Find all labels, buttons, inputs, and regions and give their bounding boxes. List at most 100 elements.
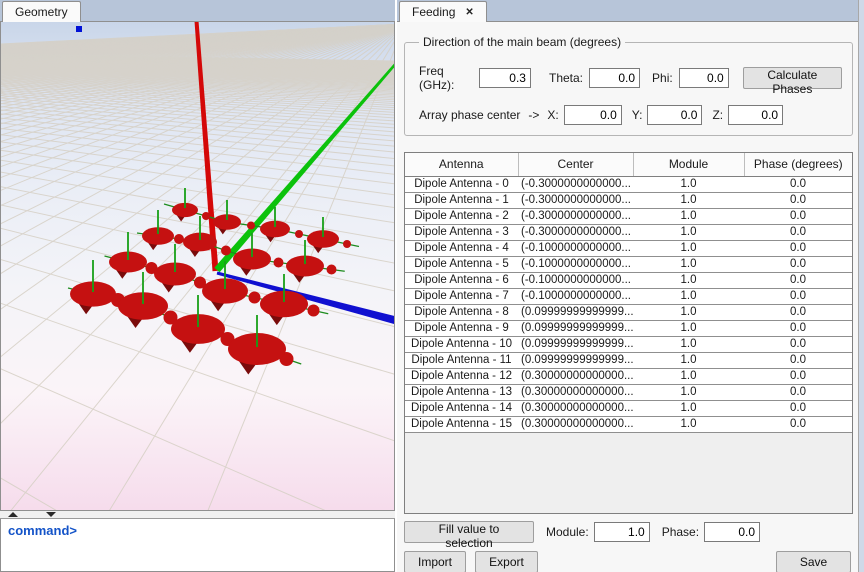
- cell-phase[interactable]: 0.0: [744, 256, 852, 272]
- cell-center[interactable]: (0.09999999999999...: [518, 352, 633, 368]
- cell-name[interactable]: Dipole Antenna - 6: [405, 272, 518, 288]
- y-input[interactable]: [647, 105, 702, 125]
- cell-name[interactable]: Dipole Antenna - 14: [405, 400, 518, 416]
- table-row[interactable]: Dipole Antenna - 2(-0.3000000000000...1.…: [405, 208, 852, 224]
- cell-module[interactable]: 1.0: [633, 352, 744, 368]
- tab-geometry[interactable]: Geometry: [2, 1, 81, 22]
- export-button[interactable]: Export: [475, 551, 538, 572]
- table-row[interactable]: Dipole Antenna - 8(0.09999999999999...1.…: [405, 304, 852, 320]
- cell-phase[interactable]: 0.0: [744, 304, 852, 320]
- cell-name[interactable]: Dipole Antenna - 12: [405, 368, 518, 384]
- cell-phase[interactable]: 0.0: [744, 288, 852, 304]
- calculate-phases-button[interactable]: Calculate Phases: [743, 67, 842, 89]
- cell-module[interactable]: 1.0: [633, 176, 744, 192]
- cell-name[interactable]: Dipole Antenna - 3: [405, 224, 518, 240]
- table-row[interactable]: Dipole Antenna - 14(0.30000000000000...1…: [405, 400, 852, 416]
- cell-name[interactable]: Dipole Antenna - 4: [405, 240, 518, 256]
- cell-phase[interactable]: 0.0: [744, 400, 852, 416]
- cell-module[interactable]: 1.0: [633, 208, 744, 224]
- cell-center[interactable]: (-0.1000000000000...: [518, 272, 633, 288]
- cell-module[interactable]: 1.0: [633, 368, 744, 384]
- column-header[interactable]: Antenna: [405, 153, 518, 176]
- cell-phase[interactable]: 0.0: [744, 224, 852, 240]
- table-row[interactable]: Dipole Antenna - 11(0.09999999999999...1…: [405, 352, 852, 368]
- import-button[interactable]: Import: [404, 551, 466, 572]
- cell-center[interactable]: (0.30000000000000...: [518, 368, 633, 384]
- cell-name[interactable]: Dipole Antenna - 10: [405, 336, 518, 352]
- cell-name[interactable]: Dipole Antenna - 7: [405, 288, 518, 304]
- cell-module[interactable]: 1.0: [633, 240, 744, 256]
- module-input[interactable]: [594, 522, 650, 542]
- table-row[interactable]: Dipole Antenna - 9(0.09999999999999...1.…: [405, 320, 852, 336]
- cell-center[interactable]: (-0.1000000000000...: [518, 256, 633, 272]
- cell-module[interactable]: 1.0: [633, 272, 744, 288]
- cell-module[interactable]: 1.0: [633, 384, 744, 400]
- cell-phase[interactable]: 0.0: [744, 352, 852, 368]
- cell-module[interactable]: 1.0: [633, 416, 744, 432]
- cell-phase[interactable]: 0.0: [744, 384, 852, 400]
- save-button[interactable]: Save: [776, 551, 851, 572]
- command-console[interactable]: command>: [0, 519, 395, 572]
- cell-center[interactable]: (0.09999999999999...: [518, 320, 633, 336]
- cell-center[interactable]: (-0.3000000000000...: [518, 192, 633, 208]
- cell-name[interactable]: Dipole Antenna - 15: [405, 416, 518, 432]
- cell-name[interactable]: Dipole Antenna - 13: [405, 384, 518, 400]
- cell-name[interactable]: Dipole Antenna - 5: [405, 256, 518, 272]
- table-row[interactable]: Dipole Antenna - 6(-0.1000000000000...1.…: [405, 272, 852, 288]
- cell-module[interactable]: 1.0: [633, 192, 744, 208]
- table-row[interactable]: Dipole Antenna - 7(-0.1000000000000...1.…: [405, 288, 852, 304]
- x-input[interactable]: [564, 105, 622, 125]
- cell-phase[interactable]: 0.0: [744, 176, 852, 192]
- cell-module[interactable]: 1.0: [633, 288, 744, 304]
- table-row[interactable]: Dipole Antenna - 10(0.09999999999999...1…: [405, 336, 852, 352]
- cell-center[interactable]: (0.30000000000000...: [518, 416, 633, 432]
- cell-module[interactable]: 1.0: [633, 336, 744, 352]
- phi-input[interactable]: [679, 68, 729, 88]
- splitter-down-icon[interactable]: [46, 512, 56, 517]
- table-row[interactable]: Dipole Antenna - 15(0.30000000000000...1…: [405, 416, 852, 432]
- cell-module[interactable]: 1.0: [633, 320, 744, 336]
- table-row[interactable]: Dipole Antenna - 13(0.30000000000000...1…: [405, 384, 852, 400]
- cell-name[interactable]: Dipole Antenna - 9: [405, 320, 518, 336]
- tab-feeding[interactable]: Feeding ✕: [399, 1, 487, 22]
- cell-module[interactable]: 1.0: [633, 256, 744, 272]
- console-splitter[interactable]: [0, 511, 395, 519]
- cell-center[interactable]: (0.30000000000000...: [518, 400, 633, 416]
- phase-input[interactable]: [704, 522, 760, 542]
- fill-value-button[interactable]: Fill value to selection: [404, 521, 534, 543]
- column-header[interactable]: Phase (degrees): [744, 153, 852, 176]
- cell-phase[interactable]: 0.0: [744, 320, 852, 336]
- cell-phase[interactable]: 0.0: [744, 192, 852, 208]
- table-row[interactable]: Dipole Antenna - 4(-0.1000000000000...1.…: [405, 240, 852, 256]
- cell-center[interactable]: (0.30000000000000...: [518, 384, 633, 400]
- table-row[interactable]: Dipole Antenna - 12(0.30000000000000...1…: [405, 368, 852, 384]
- splitter-up-icon[interactable]: [8, 512, 18, 517]
- cell-name[interactable]: Dipole Antenna - 11: [405, 352, 518, 368]
- table-row[interactable]: Dipole Antenna - 0(-0.3000000000000...1.…: [405, 176, 852, 192]
- cell-phase[interactable]: 0.0: [744, 208, 852, 224]
- cell-phase[interactable]: 0.0: [744, 272, 852, 288]
- cell-name[interactable]: Dipole Antenna - 1: [405, 192, 518, 208]
- column-header[interactable]: Module: [633, 153, 744, 176]
- cell-name[interactable]: Dipole Antenna - 2: [405, 208, 518, 224]
- cell-center[interactable]: (-0.3000000000000...: [518, 176, 633, 192]
- column-header[interactable]: Center: [518, 153, 633, 176]
- cell-center[interactable]: (-0.3000000000000...: [518, 224, 633, 240]
- cell-name[interactable]: Dipole Antenna - 8: [405, 304, 518, 320]
- cell-center[interactable]: (-0.1000000000000...: [518, 288, 633, 304]
- cell-center[interactable]: (-0.1000000000000...: [518, 240, 633, 256]
- cell-phase[interactable]: 0.0: [744, 368, 852, 384]
- table-row[interactable]: Dipole Antenna - 3(-0.3000000000000...1.…: [405, 224, 852, 240]
- cell-center[interactable]: (0.09999999999999...: [518, 336, 633, 352]
- cell-module[interactable]: 1.0: [633, 224, 744, 240]
- theta-input[interactable]: [589, 68, 640, 88]
- cell-phase[interactable]: 0.0: [744, 416, 852, 432]
- cell-module[interactable]: 1.0: [633, 400, 744, 416]
- freq-input[interactable]: [479, 68, 531, 88]
- table-row[interactable]: Dipole Antenna - 5(-0.1000000000000...1.…: [405, 256, 852, 272]
- close-icon[interactable]: ✕: [465, 7, 473, 18]
- cell-phase[interactable]: 0.0: [744, 240, 852, 256]
- cell-name[interactable]: Dipole Antenna - 0: [405, 176, 518, 192]
- z-input[interactable]: [728, 105, 783, 125]
- cell-module[interactable]: 1.0: [633, 304, 744, 320]
